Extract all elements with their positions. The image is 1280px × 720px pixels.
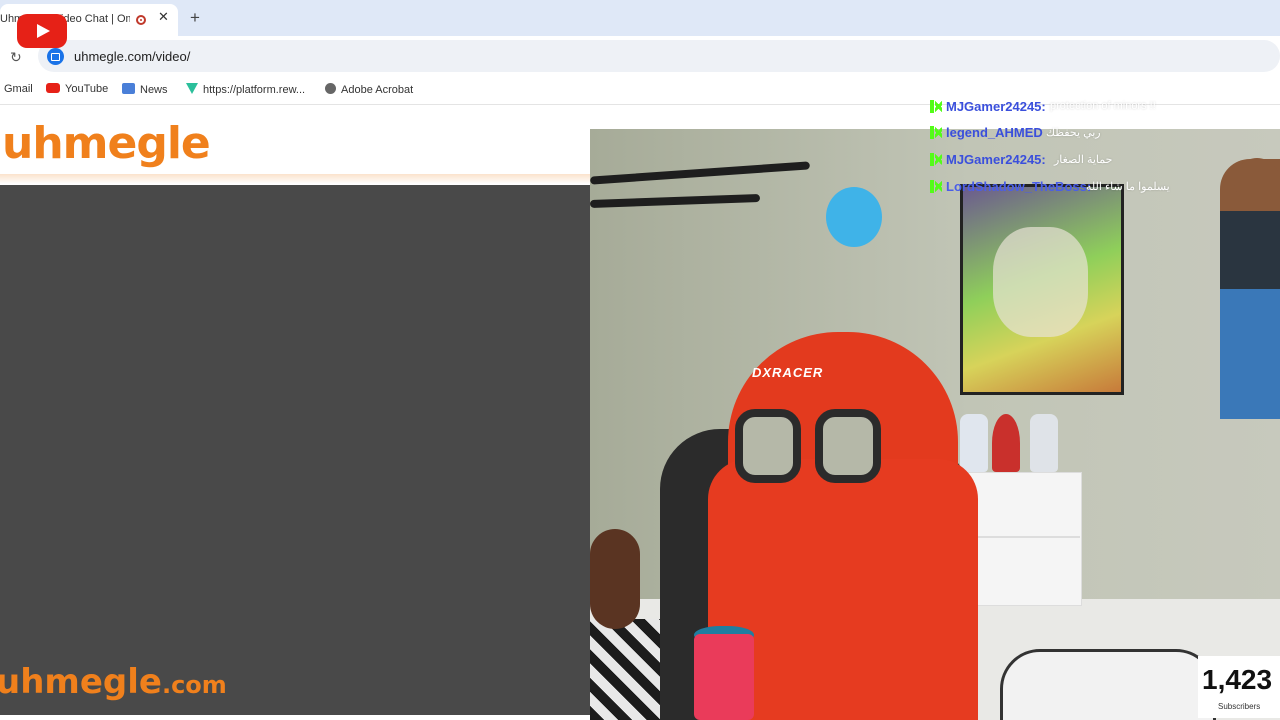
chat-text: حماية الصغار xyxy=(1054,154,1113,166)
chat-username: legend_AHMED xyxy=(946,125,1043,140)
address-bar[interactable]: uhmegle.com/video/ xyxy=(38,40,1280,72)
rug-right xyxy=(1000,649,1216,720)
uhmegle-logo[interactable]: uhmegle xyxy=(2,118,211,169)
chair-hole-right xyxy=(815,409,881,483)
pink-cup xyxy=(694,634,754,720)
bookmark-news[interactable]: News xyxy=(122,83,168,96)
kick-icon xyxy=(930,180,942,193)
chat-username: MJGamer24245: xyxy=(946,152,1046,167)
robot-toy xyxy=(960,414,988,472)
globe-icon xyxy=(325,83,336,94)
platform-icon xyxy=(186,83,198,94)
reload-icon[interactable]: ↻ xyxy=(10,49,22,66)
bookmark-youtube[interactable]: YouTube xyxy=(46,83,108,95)
chat-text: protection of minors !! xyxy=(1050,100,1156,112)
teddy-bear xyxy=(590,529,640,629)
chat-text: يسلموا ما شاء الله xyxy=(1086,181,1170,193)
chat-text: ربي يحفظك xyxy=(1046,127,1101,139)
browser-toolbar: ↻ uhmegle.com/video/ xyxy=(0,36,1280,76)
chair-brand-label: DXRACER xyxy=(752,365,824,380)
bookmark-adobe-acrobat[interactable]: Adobe Acrobat xyxy=(325,83,413,96)
uhmegle-watermark: uhmegle.com xyxy=(0,662,227,702)
chat-username: LordShadow_TheBoss: xyxy=(946,179,1092,194)
subscriber-label: Subscribers xyxy=(1218,702,1261,711)
recording-icon xyxy=(136,15,146,25)
news-icon xyxy=(122,83,135,94)
watermark-name: uhmegle xyxy=(0,662,162,702)
bear-sign xyxy=(826,187,882,247)
new-tab-button[interactable]: + xyxy=(190,8,200,28)
kick-icon xyxy=(930,153,942,166)
tab-bar: Uhmegle - Video Chat | Omegle ✕ + xyxy=(0,0,1280,36)
person-head xyxy=(1234,158,1280,204)
bookmark-label: YouTube xyxy=(65,83,109,95)
url-text[interactable]: uhmegle.com/video/ xyxy=(74,49,190,64)
bookmark-gmail[interactable]: Gmail xyxy=(4,83,33,95)
youtube-logo-icon xyxy=(17,14,67,48)
webcam-video-panel: DXRACER xyxy=(590,129,1280,720)
chat-username: MJGamer24245: xyxy=(946,99,1046,114)
subscriber-count: 1,423 xyxy=(1202,664,1273,695)
bookmark-label: Gmail xyxy=(4,83,33,95)
nightstand xyxy=(960,472,1082,606)
bookmark-label: News xyxy=(140,84,168,96)
chair-hole-left xyxy=(735,409,801,483)
nightstand-drawer-line xyxy=(960,536,1080,538)
helmet-toy xyxy=(992,414,1020,472)
close-tab-icon[interactable]: ✕ xyxy=(158,9,169,25)
header-divider xyxy=(0,174,590,184)
youtube-icon xyxy=(46,83,60,93)
watermark-tld: .com xyxy=(161,671,227,699)
robot-toy xyxy=(1030,414,1058,472)
stranger-video-panel xyxy=(0,185,590,715)
wall-poster xyxy=(960,184,1124,395)
poster-art xyxy=(993,227,1088,337)
kick-icon xyxy=(930,100,942,113)
bookmark-platform[interactable]: https://platform.rew... xyxy=(186,83,305,96)
bookmark-label: https://platform.rew... xyxy=(203,84,306,96)
kick-icon xyxy=(930,126,942,139)
site-camera-icon[interactable] xyxy=(47,48,64,65)
subscriber-counter: 1,423 Subscribers xyxy=(1198,656,1280,718)
bookmark-label: Adobe Acrobat xyxy=(341,84,414,96)
